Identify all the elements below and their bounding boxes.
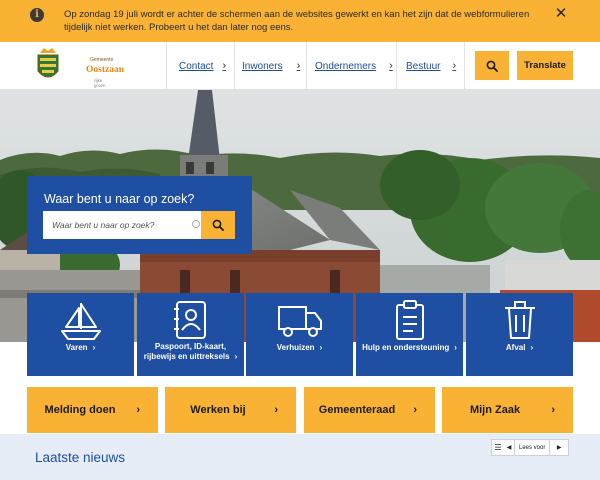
clipboard-icon	[395, 300, 424, 340]
nav-divider	[166, 42, 167, 90]
header-search-button[interactable]	[475, 51, 509, 80]
tile-label: Afval ›	[505, 343, 534, 352]
nav-item-ondernemers[interactable]: Ondernemers ›	[315, 42, 393, 90]
read-aloud-button[interactable]: Lees voor	[514, 440, 551, 455]
id-card-icon	[173, 301, 206, 339]
search-panel: Waar bent u naar op zoek?	[27, 176, 252, 254]
close-icon[interactable]: ✕	[553, 6, 569, 22]
news-title: Laatste nieuws	[35, 450, 126, 465]
truck-icon	[277, 306, 322, 337]
nav-divider	[306, 42, 307, 90]
logo-name: Oostzaan	[86, 65, 124, 75]
nav-item-contact[interactable]: Contact ›	[179, 42, 226, 90]
nav-item-label: Bestuur	[406, 60, 441, 72]
chevron-right-icon: ›	[319, 343, 323, 352]
chevron-right-icon: ›	[389, 60, 393, 72]
nav-divider	[464, 42, 465, 90]
quick-link-werken[interactable]: Werken bij ›	[165, 387, 296, 433]
quick-link-melding[interactable]: Melding doen ›	[27, 387, 158, 433]
chevron-right-icon: ›	[452, 60, 457, 72]
chevron-right-icon: ›	[454, 343, 457, 352]
quick-link-label: Gemeenteraad	[318, 404, 396, 416]
news-section: Laatste nieuws ☰ ◀ Lees voor ▶	[0, 434, 600, 480]
tile-afval[interactable]: Afval ›	[466, 293, 573, 376]
sailboat-icon	[60, 303, 101, 340]
search-input[interactable]	[43, 211, 201, 239]
chevron-right-icon: ›	[136, 404, 140, 416]
info-icon: i	[30, 8, 44, 22]
nav-divider	[234, 42, 235, 90]
chevron-right-icon: ›	[551, 404, 555, 416]
chevron-right-icon: ›	[274, 404, 278, 416]
chevron-right-icon: ›	[530, 343, 534, 352]
nav-divider	[396, 42, 397, 90]
logo-tagline: rijke groen	[94, 78, 106, 88]
quick-link-mijn-zaak[interactable]: Mijn Zaak ›	[442, 387, 573, 433]
play-icon[interactable]: ▶	[550, 444, 568, 451]
menu-icon[interactable]: ☰	[492, 443, 504, 452]
tile-varen[interactable]: Varen ›	[27, 293, 134, 376]
quick-link-label: Melding doen	[44, 404, 116, 416]
notice-bar: i Op zondag 19 juli wordt er achter de s…	[0, 0, 600, 42]
nav-item-label: Contact	[179, 60, 214, 72]
read-aloud-widget[interactable]: ☰ ◀ Lees voor ▶	[491, 439, 569, 456]
nav-item-bestuur[interactable]: Bestuur ›	[406, 42, 456, 90]
translate-button[interactable]: Translate	[517, 51, 573, 80]
notice-text: Op zondag 19 juli wordt er achter de sch…	[64, 9, 530, 33]
chevron-right-icon: ›	[92, 343, 96, 352]
trash-icon	[504, 301, 535, 339]
tile-label: Paspoort, ID-kaart, rijbewijs en uittrek…	[143, 342, 238, 361]
search-button[interactable]	[201, 211, 235, 239]
tile-paspoort[interactable]: Paspoort, ID-kaart, rijbewijs en uittrek…	[137, 293, 244, 376]
search-title: Waar bent u naar op zoek?	[44, 192, 195, 206]
tile-verhuizen[interactable]: Verhuizen ›	[246, 293, 353, 376]
speaker-icon[interactable]: ◀	[504, 444, 514, 451]
nav-item-inwoners[interactable]: Inwoners ›	[242, 42, 300, 90]
tile-label: Varen ›	[65, 343, 96, 352]
nav-item-label: Ondernemers	[315, 60, 377, 72]
quick-link-gemeenteraad[interactable]: Gemeenteraad ›	[304, 387, 435, 433]
site-header: Gemeente Oostzaan rijke groen Contact › I…	[0, 42, 600, 90]
chevron-right-icon: ›	[413, 404, 417, 416]
chevron-right-icon: ›	[296, 60, 301, 72]
logo[interactable]: Gemeente Oostzaan rijke groen	[34, 46, 124, 88]
tile-label: Hulp en ondersteuning ›	[362, 343, 457, 352]
search-icon	[212, 219, 224, 231]
quick-link-label: Mijn Zaak	[469, 404, 521, 416]
tile-label: Verhuizen ›	[276, 343, 323, 352]
nav-item-label: Inwoners	[242, 60, 283, 72]
quick-link-label: Werken bij	[190, 404, 246, 416]
coat-of-arms-icon	[37, 48, 59, 78]
chevron-right-icon: ›	[234, 352, 238, 361]
search-icon	[486, 60, 498, 72]
logo-top-text: Gemeente	[90, 57, 114, 63]
clear-icon[interactable]	[192, 220, 200, 228]
tile-hulp[interactable]: Hulp en ondersteuning ›	[356, 293, 463, 376]
chevron-right-icon: ›	[222, 60, 227, 72]
